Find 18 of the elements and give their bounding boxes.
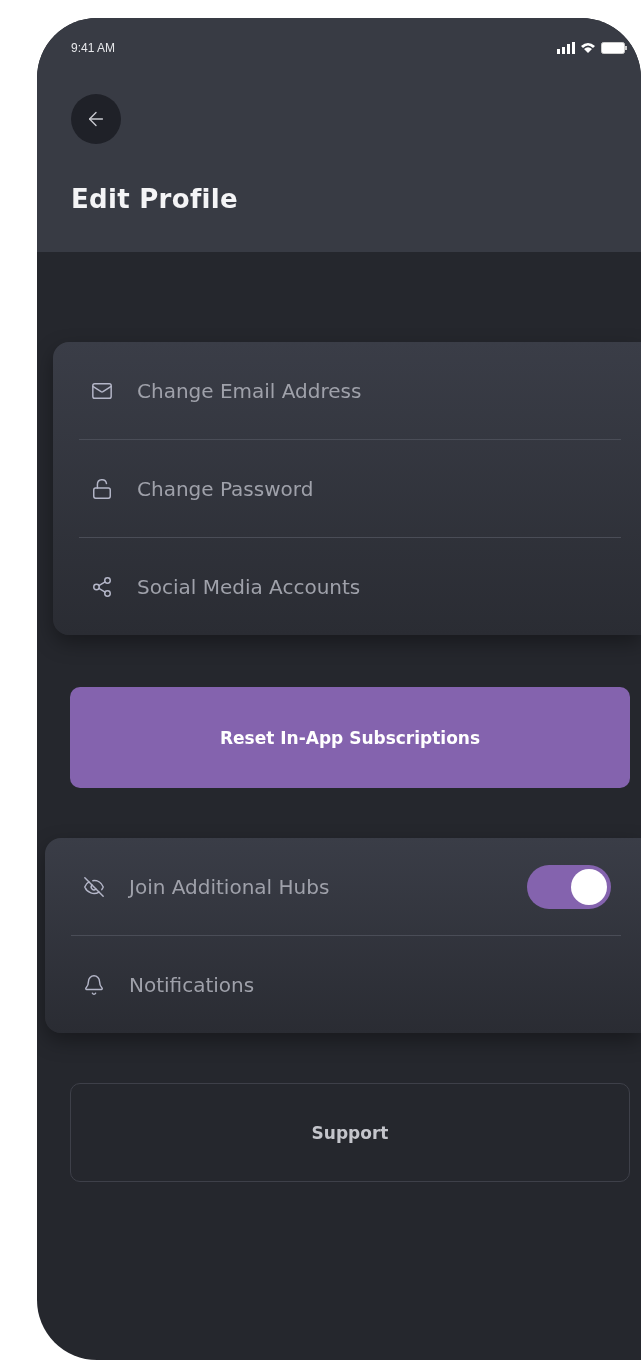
menu-item[interactable]: Join Additional Hubs <box>129 874 503 899</box>
status-time: 9:41 AM <box>71 41 116 55</box>
battery-icon <box>601 42 627 54</box>
reset-subscriptions-button[interactable]: Reset In-App Subscriptions <box>70 687 630 788</box>
padlock-icon <box>91 477 113 500</box>
signal-icon <box>557 42 575 54</box>
eye-slash-icon <box>83 875 105 898</box>
menu-item[interactable]: Change Password <box>137 476 621 501</box>
wifi-icon <box>580 42 596 54</box>
menu-item[interactable]: Change Email Address <box>137 378 621 403</box>
toggle-switch[interactable] <box>527 864 611 909</box>
share-icon <box>91 575 113 598</box>
back-button[interactable] <box>71 94 121 144</box>
menu-item[interactable]: Notifications <box>129 972 621 997</box>
menu-item[interactable]: Social Media Accounts <box>137 574 621 599</box>
bell-icon <box>83 973 105 996</box>
support-button[interactable]: Support <box>70 1083 630 1182</box>
page-title: Edit Profile <box>71 184 239 214</box>
